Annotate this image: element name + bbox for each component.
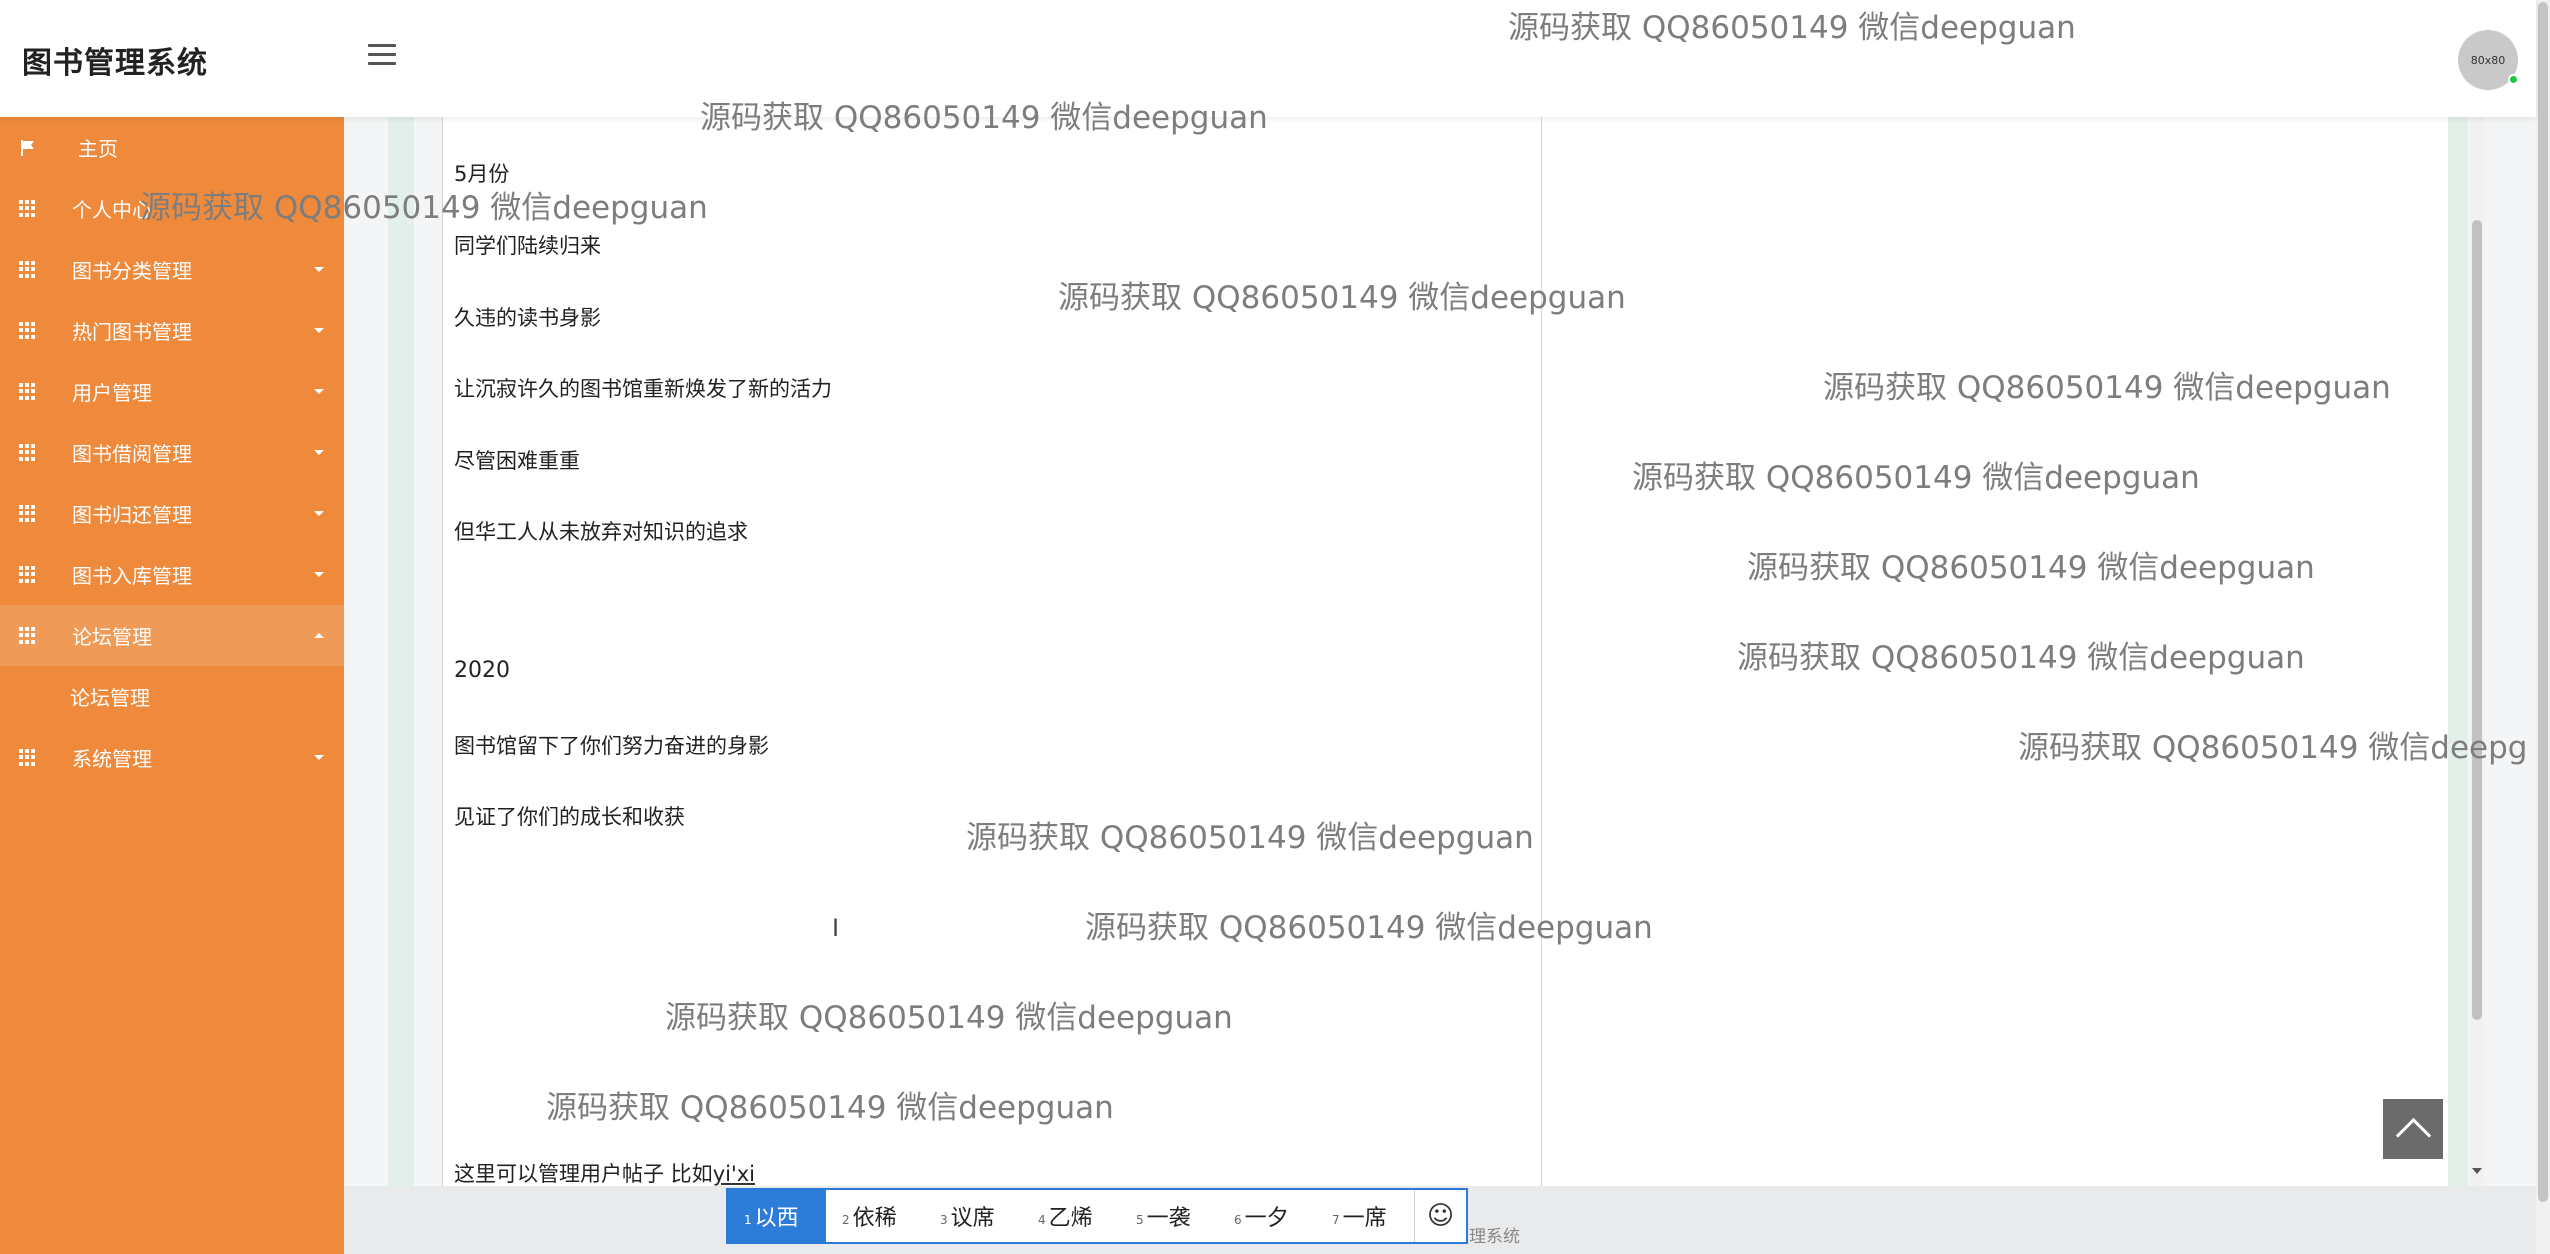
menu-toggle-icon[interactable] <box>368 44 396 66</box>
candidate-text: 依稀 <box>852 1206 897 1231</box>
sidebar-item-stock-in[interactable]: 图书入库管理 <box>0 544 344 605</box>
sidebar-item-forum[interactable]: 论坛管理 <box>0 605 344 666</box>
grid-icon <box>19 565 37 584</box>
sidebar-item-return[interactable]: 图书归还管理 <box>0 483 344 544</box>
sidebar-item-label: 用户管理 <box>72 381 152 405</box>
grid-icon <box>19 748 37 767</box>
editor-line: 2020 <box>454 658 510 683</box>
top-header: 图书管理系统 80x80 <box>0 0 2536 117</box>
grid-icon <box>19 443 37 462</box>
rich-text-editor[interactable] <box>442 117 2448 1186</box>
editor-line-current[interactable]: 这里可以管理用户帖子 比如yi'xi <box>454 1158 755 1188</box>
sidebar-item-label: 图书借阅管理 <box>72 442 192 466</box>
chevron-down-icon <box>314 511 324 516</box>
page-scrollbar-thumb[interactable] <box>2538 2 2548 1202</box>
grid-icon <box>19 199 37 218</box>
sidebar-item-label: 系统管理 <box>72 747 152 771</box>
sidebar-item-personal-center[interactable]: 个人中心 <box>0 178 344 239</box>
chevron-down-icon <box>314 267 324 272</box>
sidebar-item-label: 主页 <box>78 137 118 161</box>
grid-icon <box>19 321 37 340</box>
sidebar-subitem-label: 论坛管理 <box>70 686 150 710</box>
candidate-text: 以西 <box>754 1206 799 1231</box>
editor-line: 让沉寂许久的图书馆重新焕发了新的活力 <box>454 377 832 401</box>
chevron-down-icon <box>314 755 324 760</box>
sidebar-item-label: 论坛管理 <box>72 625 152 649</box>
candidate-text: 议席 <box>950 1206 995 1231</box>
ime-composition-text: yi'xi <box>712 1162 755 1186</box>
grid-icon <box>19 260 37 279</box>
flag-icon <box>21 139 34 156</box>
sidebar-item-users[interactable]: 用户管理 <box>0 361 344 422</box>
editor-scrollbar-thumb[interactable] <box>2472 220 2482 1020</box>
chevron-down-icon <box>314 450 324 455</box>
ime-candidate-bar: 1 以西 2 依稀 3 议席 4 乙烯 5 一袭 6 一夕 7 一席 ☺ <box>726 1188 1468 1244</box>
candidate-number: 4 <box>1038 1213 1046 1227</box>
online-status-dot <box>2508 74 2519 85</box>
candidate-number: 5 <box>1136 1213 1144 1227</box>
ime-candidate[interactable]: 7 一席 <box>1316 1190 1414 1242</box>
grid-icon <box>19 382 37 401</box>
sidebar-item-book-category[interactable]: 图书分类管理 <box>0 239 344 300</box>
content-border-left <box>388 117 414 1186</box>
editor-line: 尽管困难重重 <box>454 449 580 473</box>
sidebar-item-popular-books[interactable]: 热门图书管理 <box>0 300 344 361</box>
chevron-down-icon <box>314 389 324 394</box>
sidebar: 主页 个人中心 图书分类管理 热门图书管理 用户管理 图书借阅管理 图书归还管理… <box>0 117 344 1254</box>
back-to-top-button[interactable] <box>2383 1099 2443 1159</box>
sidebar-item-label: 图书分类管理 <box>72 259 192 283</box>
editor-line: 5月份 <box>454 162 510 186</box>
chevron-down-icon <box>314 328 324 333</box>
ime-candidate[interactable]: 3 议席 <box>924 1190 1022 1242</box>
candidate-text: 一夕 <box>1244 1206 1289 1231</box>
editor-line: 同学们陆续归来 <box>454 234 601 258</box>
candidate-text: 乙烯 <box>1048 1206 1093 1231</box>
ime-candidate[interactable]: 5 一袭 <box>1120 1190 1218 1242</box>
sidebar-item-borrow[interactable]: 图书借阅管理 <box>0 422 344 483</box>
grid-icon <box>19 504 37 523</box>
candidate-text: 一席 <box>1342 1206 1387 1231</box>
chevron-up-icon <box>314 633 324 638</box>
editor-line: 图书馆留下了你们努力奋进的身影 <box>454 734 769 758</box>
candidate-text: 一袭 <box>1146 1206 1191 1231</box>
sidebar-item-home[interactable]: 主页 <box>0 117 344 178</box>
chevron-down-icon <box>314 572 324 577</box>
editor-line-text: 这里可以管理用户帖子 比如 <box>454 1162 713 1186</box>
candidate-number: 2 <box>842 1213 850 1227</box>
editor-divider <box>1541 117 1542 1186</box>
ime-candidate[interactable]: 1 以西 <box>728 1190 826 1242</box>
scroll-down-arrow-icon[interactable] <box>2472 1168 2482 1174</box>
candidate-number: 3 <box>940 1213 948 1227</box>
editor-line: 见证了你们的成长和收获 <box>454 805 685 829</box>
candidate-number: 7 <box>1332 1213 1340 1227</box>
editor-line: 久违的读书身影 <box>454 306 601 330</box>
candidate-number: 1 <box>744 1213 752 1227</box>
ime-candidate[interactable]: 2 依稀 <box>826 1190 924 1242</box>
sidebar-item-label: 个人中心 <box>72 198 152 222</box>
editor-line: 但华工人从未放弃对知识的追求 <box>454 520 748 544</box>
grid-icon <box>19 626 37 645</box>
ime-candidate[interactable]: 6 一夕 <box>1218 1190 1316 1242</box>
sidebar-item-system[interactable]: 系统管理 <box>0 727 344 788</box>
content-border-right <box>2448 117 2468 1186</box>
emoji-icon[interactable]: ☺ <box>1414 1190 1466 1242</box>
text-cursor-icon: I <box>832 914 840 942</box>
ime-candidate[interactable]: 4 乙烯 <box>1022 1190 1120 1242</box>
app-title: 图书管理系统 <box>22 46 208 81</box>
sidebar-item-label: 热门图书管理 <box>72 320 192 344</box>
candidate-number: 6 <box>1234 1213 1242 1227</box>
sidebar-item-label: 图书归还管理 <box>72 503 192 527</box>
sidebar-item-label: 图书入库管理 <box>72 564 192 588</box>
sidebar-subitem-forum[interactable]: 论坛管理 <box>0 666 344 727</box>
